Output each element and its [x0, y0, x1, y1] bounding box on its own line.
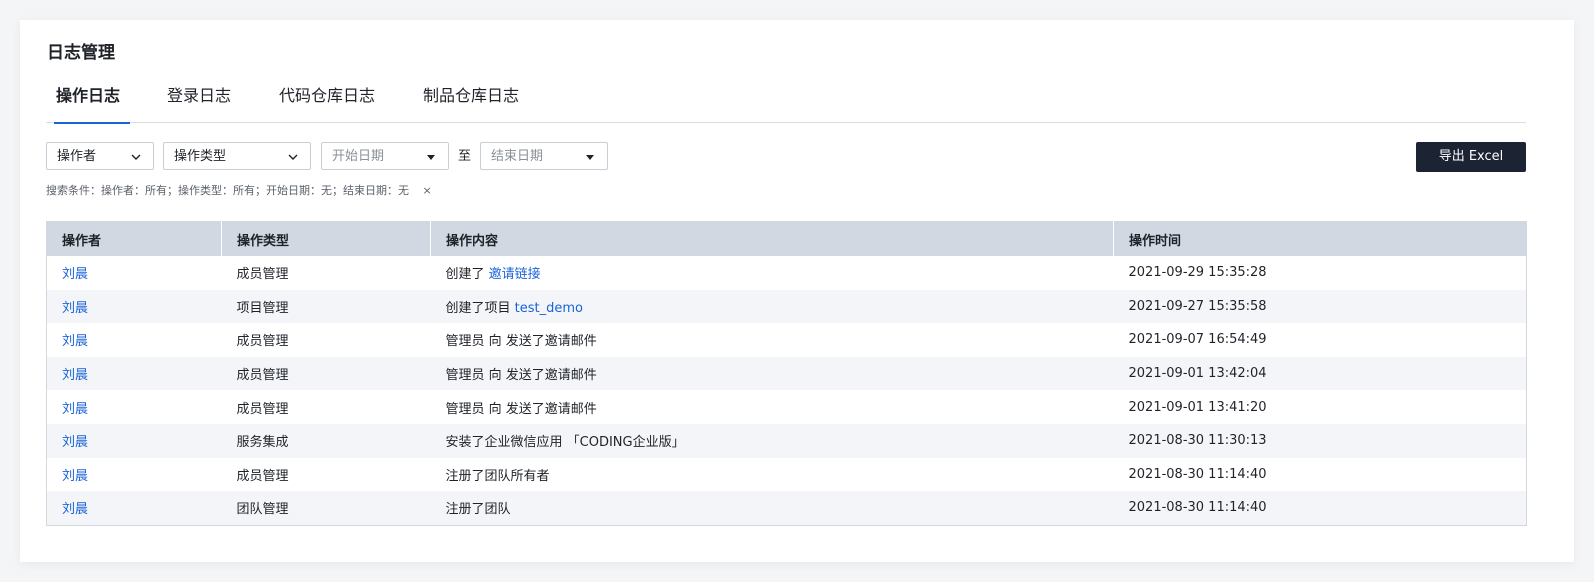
start-date-placeholder: 开始日期 — [332, 149, 385, 164]
table-row: 刘晨 团队管理 注册了团队 2021-08-30 11:14:40 — [46, 491, 1527, 526]
tab-artifact-repo-log[interactable]: 制品仓库日志 — [423, 78, 519, 122]
content-cell: 创建了 邀请链接 — [430, 256, 1114, 290]
operator-link[interactable]: 刘晨 — [62, 368, 88, 383]
start-date-picker[interactable]: 开始日期 — [321, 142, 449, 170]
tab-label: 操作日志 — [56, 86, 121, 105]
operator-link[interactable]: 刘晨 — [62, 402, 88, 417]
tab-code-repo-log[interactable]: 代码仓库日志 — [279, 78, 375, 122]
table-row: 刘晨 服务集成 安装了企业微信应用 「CODING企业版」 2021-08-30… — [46, 423, 1527, 458]
time-cell: 2021-08-30 11:14:40 — [1113, 491, 1527, 526]
log-table-body: 刘晨 成员管理 创建了 邀请链接 2021-09-29 15:35:28 刘晨 … — [46, 256, 1527, 526]
type-cell: 服务集成 — [221, 423, 431, 458]
content-cell: 创建了项目 test_demo — [430, 289, 1114, 324]
caret-down-icon — [427, 155, 435, 160]
time-cell: 2021-09-27 15:35:58 — [1113, 289, 1527, 324]
content-text: 创建了项目 — [445, 300, 515, 316]
content-cell: 管理员 向 发送了邀请邮件 — [430, 390, 1114, 424]
content-link[interactable]: 邀请链接 — [489, 267, 541, 282]
tab-label: 代码仓库日志 — [279, 86, 376, 105]
content-cell: 管理员 向 发送了邀请邮件 — [430, 356, 1114, 391]
time-cell: 2021-09-01 13:41:20 — [1113, 390, 1527, 424]
operation-type-select[interactable]: 操作类型 — [163, 142, 311, 170]
operator-select-value: 操作者 — [57, 149, 97, 164]
log-management-card: 日志管理 操作日志 登录日志 代码仓库日志 制品仓库日志 操作者 操作类型 开始… — [20, 20, 1574, 562]
column-header-content: 操作内容 — [430, 221, 1114, 256]
chevron-down-icon — [131, 154, 141, 160]
export-excel-button[interactable]: 导出 Excel — [1416, 142, 1526, 172]
log-table: 操作者 操作类型 操作内容 操作时间 刘晨 成员管理 创建了 邀请链接 2021… — [46, 221, 1527, 526]
tab-operation-log[interactable]: 操作日志 — [54, 78, 130, 124]
operator-link[interactable]: 刘晨 — [62, 267, 88, 282]
type-cell: 团队管理 — [221, 491, 431, 526]
tab-bar: 操作日志 登录日志 代码仓库日志 制品仓库日志 — [46, 78, 1526, 124]
end-date-picker[interactable]: 结束日期 — [480, 142, 608, 170]
type-cell: 成员管理 — [221, 390, 431, 424]
table-row: 刘晨 成员管理 注册了团队所有者 2021-08-30 11:14:40 — [46, 457, 1527, 492]
filter-toolbar: 操作者 操作类型 开始日期 至 结束日期 导出 Excel — [46, 142, 1526, 172]
date-range-separator: 至 — [458, 149, 472, 164]
content-text: 创建了 — [445, 267, 489, 283]
operator-link[interactable]: 刘晨 — [62, 334, 88, 349]
operator-link[interactable]: 刘晨 — [62, 301, 88, 316]
time-cell: 2021-08-30 11:30:13 — [1113, 423, 1527, 458]
content-cell: 安装了企业微信应用 「CODING企业版」 — [430, 423, 1114, 458]
content-cell: 管理员 向 发送了邀请邮件 — [430, 323, 1114, 357]
content-cell: 注册了团队 — [430, 491, 1114, 526]
type-cell: 项目管理 — [221, 289, 431, 324]
tab-label: 制品仓库日志 — [423, 86, 520, 105]
table-row: 刘晨 成员管理 管理员 向 发送了邀请邮件 2021-09-07 16:54:4… — [46, 323, 1527, 357]
type-cell: 成员管理 — [221, 457, 431, 492]
operator-link[interactable]: 刘晨 — [62, 469, 88, 484]
column-header-time: 操作时间 — [1113, 221, 1527, 256]
end-date-placeholder: 结束日期 — [491, 149, 544, 164]
operation-type-select-value: 操作类型 — [174, 149, 227, 164]
table-header-row: 操作者 操作类型 操作内容 操作时间 — [46, 221, 1527, 256]
type-cell: 成员管理 — [221, 256, 431, 290]
column-header-operator: 操作者 — [46, 221, 222, 256]
search-conditions-text: 搜索条件：操作者：所有；操作类型：所有；开始日期：无；结束日期：无 — [46, 184, 409, 197]
content-link[interactable]: test_demo — [515, 301, 583, 316]
operator-link[interactable]: 刘晨 — [62, 502, 88, 517]
operator-link[interactable]: 刘晨 — [62, 435, 88, 450]
time-cell: 2021-08-30 11:14:40 — [1113, 457, 1527, 492]
chevron-down-icon — [288, 154, 298, 160]
table-row: 刘晨 项目管理 创建了项目 test_demo 2021-09-27 15:35… — [46, 289, 1527, 324]
type-cell: 成员管理 — [221, 323, 431, 357]
time-cell: 2021-09-29 15:35:28 — [1113, 256, 1527, 290]
tab-label: 登录日志 — [167, 86, 232, 105]
operator-select[interactable]: 操作者 — [46, 142, 154, 170]
table-row: 刘晨 成员管理 管理员 向 发送了邀请邮件 2021-09-01 13:42:0… — [46, 356, 1527, 391]
clear-conditions-icon[interactable]: × — [423, 183, 432, 199]
page-title: 日志管理 — [47, 43, 115, 63]
tab-login-log[interactable]: 登录日志 — [167, 78, 231, 122]
time-cell: 2021-09-01 13:42:04 — [1113, 356, 1527, 391]
caret-down-icon — [586, 155, 594, 160]
time-cell: 2021-09-07 16:54:49 — [1113, 323, 1527, 357]
type-cell: 成员管理 — [221, 356, 431, 391]
search-conditions: 搜索条件：操作者：所有；操作类型：所有；开始日期：无；结束日期：无 × — [46, 183, 432, 199]
column-header-type: 操作类型 — [221, 221, 431, 256]
content-cell: 注册了团队所有者 — [430, 457, 1114, 492]
table-row: 刘晨 成员管理 管理员 向 发送了邀请邮件 2021-09-01 13:41:2… — [46, 390, 1527, 424]
table-row: 刘晨 成员管理 创建了 邀请链接 2021-09-29 15:35:28 — [46, 256, 1527, 290]
